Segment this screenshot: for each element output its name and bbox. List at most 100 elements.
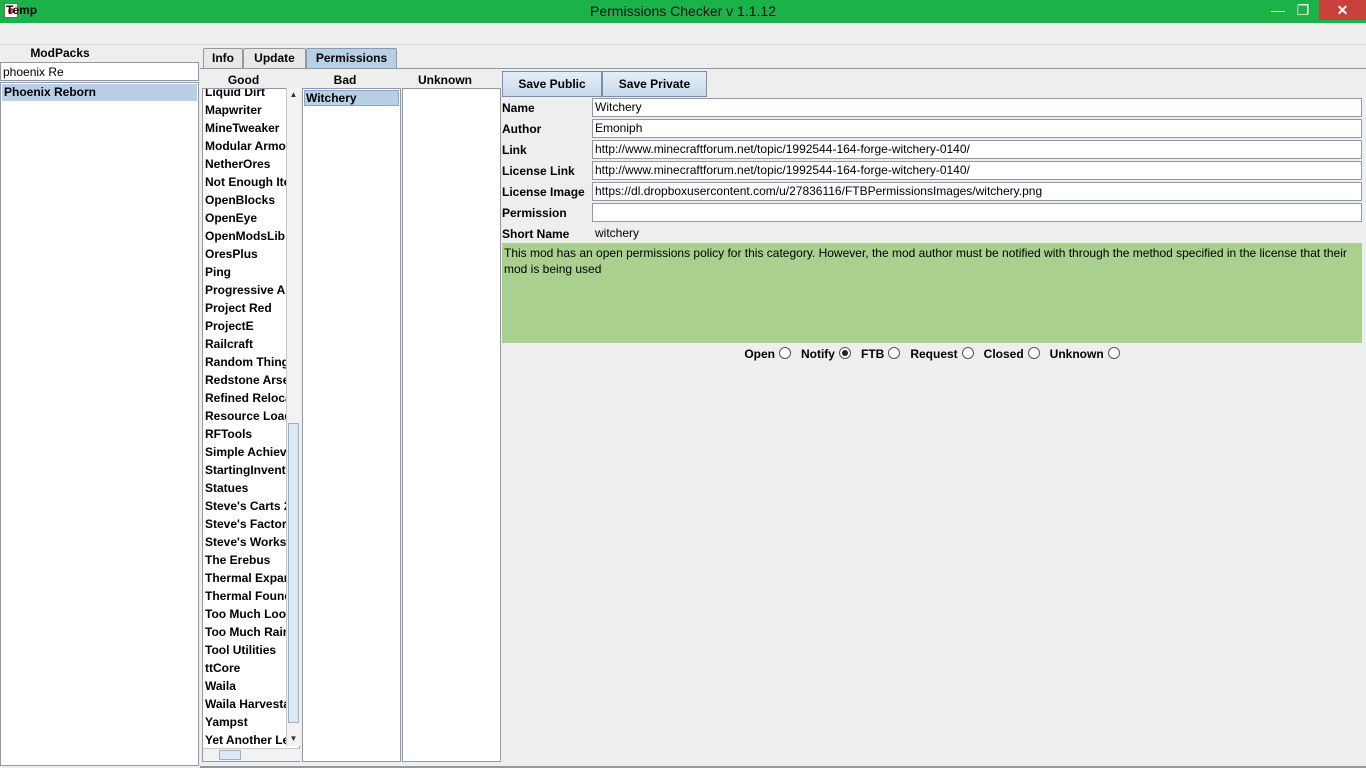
good-mod-item[interactable]: StartingInventory: [203, 461, 287, 479]
radio-button-icon[interactable]: [838, 347, 851, 359]
close-button[interactable]: ✕: [1319, 0, 1366, 20]
license-image-field[interactable]: https://dl.dropboxusercontent.com/u/2783…: [592, 182, 1362, 201]
tab-update[interactable]: Update: [243, 48, 306, 68]
horizontal-scroll-thumb[interactable]: [219, 750, 241, 760]
good-mod-item[interactable]: Too Much Loot: [203, 605, 287, 623]
good-column-header: Good: [227, 73, 260, 87]
unknown-column-header: Unknown: [418, 73, 472, 87]
good-mod-item[interactable]: OresPlus: [203, 245, 287, 263]
good-mod-item[interactable]: Not Enough Items: [203, 173, 287, 191]
save-private-button[interactable]: Save Private: [602, 71, 707, 97]
good-mod-item[interactable]: Waila: [203, 677, 287, 695]
good-mod-item[interactable]: Thermal Foundation: [203, 587, 287, 605]
good-mod-item[interactable]: Steve's Workshop: [203, 533, 287, 551]
permission-description: This mod has an open permissions policy …: [502, 243, 1362, 343]
tab-info[interactable]: Info: [203, 48, 243, 68]
license-image-label: License Image: [502, 185, 585, 199]
modpack-list[interactable]: Phoenix Reborn: [0, 82, 199, 766]
bad-column-header: Bad: [333, 73, 357, 87]
good-mod-item[interactable]: OpenEye: [203, 209, 287, 227]
radio-option-open[interactable]: Open: [744, 347, 791, 361]
window-title: Permissions Checker v 1.1.12: [590, 3, 776, 19]
good-mod-item[interactable]: RFTools: [203, 425, 287, 443]
good-mod-item[interactable]: OpenBlocks: [203, 191, 287, 209]
radio-option-ftb[interactable]: FTB: [860, 347, 901, 361]
radio-option-request[interactable]: Request: [910, 347, 974, 361]
permission-label: Permission: [502, 206, 567, 220]
radio-button-icon[interactable]: [1107, 347, 1120, 359]
good-mod-item[interactable]: Simple Achievements: [203, 443, 287, 461]
radio-label: Unknown: [1049, 347, 1104, 361]
radio-button-icon[interactable]: [778, 347, 791, 359]
unknown-mod-list[interactable]: [402, 88, 501, 762]
good-mod-item[interactable]: Yet Another Lead: [203, 731, 287, 749]
radio-label: Closed: [983, 347, 1024, 361]
bad-mod-list[interactable]: Witchery: [302, 88, 401, 762]
good-mod-item[interactable]: Too Much Rain: [203, 623, 287, 641]
radio-option-closed[interactable]: Closed: [984, 347, 1040, 361]
modpack-search-input[interactable]: [0, 62, 199, 81]
good-mod-item[interactable]: MineTweaker: [203, 119, 287, 137]
link-label: Link: [502, 143, 527, 157]
good-mod-item[interactable]: Yampst: [203, 713, 287, 731]
good-list-horizontal-scrollbar[interactable]: [203, 748, 300, 761]
permission-type-radio-group: Open Notify FTB Request Closed Unknown: [502, 347, 1362, 363]
good-mod-items: Liquid Dirt Mapwriter MineTweaker Modular A…: [203, 89, 287, 749]
good-mod-item[interactable]: Resource Loader: [203, 407, 287, 425]
radio-option-unknown[interactable]: Unknown: [1050, 347, 1120, 361]
good-mod-item[interactable]: Refined Relocation: [203, 389, 287, 407]
good-mod-item[interactable]: Railcraft: [203, 335, 287, 353]
good-mod-item[interactable]: Redstone Arsenal: [203, 371, 287, 389]
good-mod-item[interactable]: OpenModsLib: [203, 227, 287, 245]
vertical-scroll-thumb[interactable]: [288, 423, 299, 723]
radio-button-icon[interactable]: [1027, 347, 1040, 359]
radio-label: Request: [910, 347, 958, 361]
license-link-field[interactable]: http://www.minecraftforum.net/topic/1992…: [592, 161, 1362, 180]
save-public-button[interactable]: Save Public: [502, 71, 602, 97]
minimize-button[interactable]: —: [1267, 0, 1289, 20]
link-field[interactable]: http://www.minecraftforum.net/topic/1992…: [592, 140, 1362, 159]
good-mod-item[interactable]: Statues: [203, 479, 287, 497]
short-name-label: Short Name: [502, 227, 570, 241]
license-link-label: License Link: [502, 164, 575, 178]
good-mod-item[interactable]: Project Red: [203, 299, 287, 317]
name-field[interactable]: Witchery: [592, 98, 1362, 117]
menu-bar: [0, 23, 1366, 45]
radio-label: Notify: [800, 347, 835, 361]
good-mod-item[interactable]: Mapwriter: [203, 101, 287, 119]
radio-label: Open: [744, 347, 775, 361]
good-mod-item[interactable]: Tool Utilities: [203, 641, 287, 659]
good-mod-item[interactable]: ProjectE: [203, 317, 287, 335]
good-mod-item[interactable]: The Erebus: [203, 551, 287, 569]
good-mod-item[interactable]: ttCore: [203, 659, 287, 677]
good-mod-item[interactable]: Progressive Automation: [203, 281, 287, 299]
title-bar[interactable]: Permissions Checker v 1.1.12: [0, 0, 1366, 23]
good-mod-item[interactable]: Liquid Dirt: [203, 89, 287, 101]
good-mod-item[interactable]: Random Things: [203, 353, 287, 371]
good-list-vertical-scrollbar[interactable]: ▲ ▼: [286, 88, 300, 746]
menu-temp[interactable]: Temp: [6, 3, 37, 17]
good-mod-item[interactable]: Steve's Carts 2: [203, 497, 287, 515]
tab-permissions[interactable]: Permissions: [306, 48, 397, 68]
bad-item-witchery[interactable]: Witchery: [304, 90, 399, 106]
name-label: Name: [502, 101, 535, 115]
modpacks-label: ModPacks: [30, 46, 90, 60]
permission-field[interactable]: [592, 203, 1362, 222]
good-mod-item[interactable]: NetherOres: [203, 155, 287, 173]
good-mod-item[interactable]: Modular Armor: [203, 137, 287, 155]
radio-button-icon[interactable]: [888, 347, 901, 359]
scroll-down-arrow-icon[interactable]: ▼: [287, 732, 300, 746]
radio-label: FTB: [860, 347, 885, 361]
good-mod-item[interactable]: Waila Harvestability: [203, 695, 287, 713]
short-name-field: witchery: [592, 224, 1362, 243]
radio-button-icon[interactable]: [961, 347, 974, 359]
good-mod-item[interactable]: Thermal Expansion: [203, 569, 287, 587]
maximize-button[interactable]: ❐: [1292, 0, 1314, 20]
author-field[interactable]: Emoniph: [592, 119, 1362, 138]
radio-option-notify[interactable]: Notify: [801, 347, 851, 361]
modpack-item-phoenix-reborn[interactable]: Phoenix Reborn: [2, 84, 197, 101]
author-label: Author: [502, 122, 542, 136]
scroll-up-arrow-icon[interactable]: ▲: [287, 88, 300, 102]
good-mod-item[interactable]: Steve's Factory Manager: [203, 515, 287, 533]
good-mod-item[interactable]: Ping: [203, 263, 287, 281]
